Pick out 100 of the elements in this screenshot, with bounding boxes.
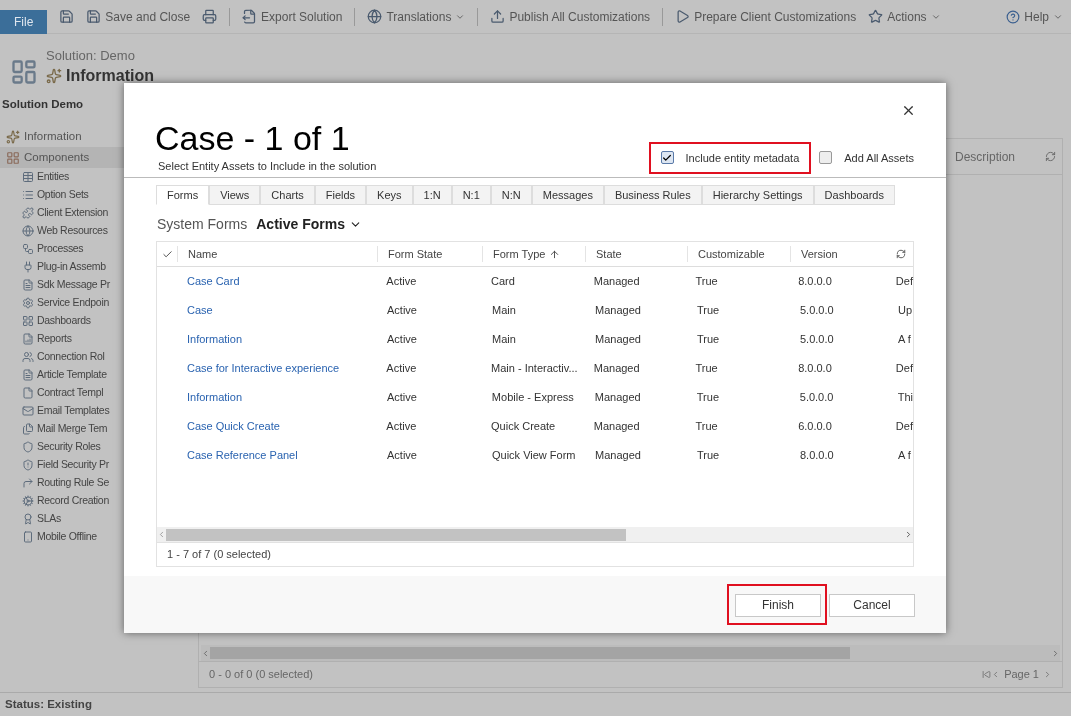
table-cell: Active (386, 362, 417, 375)
table-cell: Managed (595, 449, 641, 462)
form-name-link[interactable]: Information (187, 333, 243, 346)
scroll-left-icon (201, 648, 210, 658)
tab[interactable]: Forms (156, 185, 210, 205)
form-name-link[interactable]: Case Reference Panel (187, 449, 298, 462)
close-icon (901, 103, 916, 118)
table-cell: Main (492, 304, 516, 317)
toolbar-button[interactable]: Publish All Customizations (490, 7, 651, 26)
file-tab[interactable]: File (0, 9, 48, 34)
table-cell: A f (898, 449, 911, 462)
table-cell: 8.0.0.0 (798, 362, 832, 375)
table-cell: 5.0.0.0 (799, 391, 834, 404)
table-cell: Quick View Form (492, 449, 576, 462)
tab[interactable]: Views (209, 185, 261, 205)
sidebar-item[interactable]: Email Templates (0, 402, 192, 420)
tab[interactable]: N:1 (451, 185, 491, 205)
grid-icon (6, 150, 20, 165)
table-cell: Managed (593, 420, 640, 433)
toolbar-button[interactable]: Save and Close (86, 7, 191, 26)
checkbox-option[interactable]: Include entity metadata (660, 149, 800, 166)
grid-icon (22, 315, 34, 327)
refresh-icon (1045, 151, 1056, 162)
column-header[interactable]: Form State (388, 245, 443, 263)
table-cell: Managed (595, 333, 641, 346)
select-all-icon[interactable] (161, 248, 173, 260)
close-button[interactable] (901, 103, 916, 118)
sidebar-item[interactable]: SLAs (0, 510, 192, 528)
column-header[interactable]: State (596, 245, 622, 263)
horizontal-scrollbar[interactable] (157, 527, 913, 542)
view-label: System Forms (157, 214, 248, 234)
page-number: Page 1 (1004, 667, 1039, 683)
table-cell: Managed (594, 391, 641, 404)
form-name-link[interactable]: Information (187, 391, 242, 404)
tab[interactable]: Dashboards (813, 185, 895, 205)
sidebar-item[interactable]: Record Creation (0, 492, 192, 510)
table-cell: True (695, 275, 718, 288)
next-page-icon[interactable] (1043, 670, 1052, 679)
column-header[interactable]: Version (801, 245, 838, 263)
table-cell: Def (895, 275, 913, 288)
record-count: 0 - 0 of 0 (0 selected) (209, 667, 313, 683)
table-cell: Managed (593, 275, 640, 288)
sidebar-item[interactable]: Mobile Offline (0, 528, 192, 546)
checkbox[interactable] (660, 151, 674, 165)
award-icon (22, 513, 34, 525)
table-cell: Managed (595, 304, 641, 317)
solution-label: Solution: Demo (46, 48, 136, 64)
column-header[interactable]: Customizable (698, 245, 765, 263)
form-name-link[interactable]: Case Card (186, 275, 240, 288)
table-cell: 5.0.0.0 (800, 304, 834, 317)
globe-icon (367, 9, 383, 24)
tab[interactable]: Messages (531, 185, 604, 205)
tab[interactable]: N:N (490, 185, 532, 205)
toolbar-button[interactable]: Actions (868, 7, 941, 26)
table-cell: True (697, 333, 720, 346)
tab[interactable]: Fields (314, 185, 367, 205)
sidebar-heading: Solution Demo (1, 97, 85, 112)
toolbar-button[interactable]: Export Solution (242, 7, 343, 26)
form-name-link[interactable]: Case (187, 304, 213, 317)
toolbar-icon-button[interactable] (59, 9, 75, 24)
table-cell: Main - Interactiv... (491, 362, 578, 375)
toolbar-icon-button[interactable] (202, 9, 218, 24)
tab[interactable]: Keys (366, 185, 413, 205)
table-cell: Active (387, 333, 417, 346)
table-cell: Active (387, 304, 417, 317)
table-cell: Up (898, 304, 913, 317)
table-cell: True (695, 420, 718, 433)
upload-icon (490, 9, 506, 24)
table-cell: Thi (897, 391, 913, 404)
tab[interactable]: Hierarchy Settings (701, 185, 814, 205)
list-icon (22, 189, 34, 201)
page-title: Information (66, 66, 154, 86)
puzzle-icon (22, 207, 34, 219)
toolbar-button[interactable]: Translations (367, 7, 466, 26)
checkbox-option[interactable]: Add All Assets (819, 149, 914, 166)
globe-icon (22, 225, 34, 237)
printer-icon (202, 9, 218, 24)
dialog-button[interactable]: Cancel (829, 593, 915, 617)
tab[interactable]: Charts (260, 185, 315, 205)
star-icon (868, 9, 884, 24)
table-cell: Active (386, 275, 417, 288)
column-header[interactable]: Form Type (493, 245, 561, 263)
tab[interactable]: Business Rules (603, 185, 702, 205)
view-selector[interactable]: Active Forms (256, 213, 362, 235)
table-cell: 6.0.0.0 (798, 420, 832, 433)
table-cell: True (696, 391, 719, 404)
dialog-button[interactable]: Finish (735, 593, 821, 617)
toolbar-button[interactable]: Prepare Client Customizations (675, 7, 857, 26)
horizontal-scrollbar[interactable] (201, 645, 1060, 661)
form-name-link[interactable]: Case for Interactive experience (186, 362, 340, 375)
refresh-icon[interactable] (895, 249, 906, 259)
help-button[interactable]: Help (1006, 7, 1063, 26)
form-name-link[interactable]: Case Quick Create (186, 420, 280, 433)
tab[interactable]: 1:N (412, 185, 452, 205)
report-icon (22, 333, 34, 345)
table-cell: 8.0.0.0 (798, 275, 832, 288)
checkbox[interactable] (819, 151, 833, 165)
document-icon (22, 369, 34, 381)
shield-icon (22, 459, 34, 471)
sidebar-item[interactable]: Routing Rule Se (0, 474, 192, 492)
